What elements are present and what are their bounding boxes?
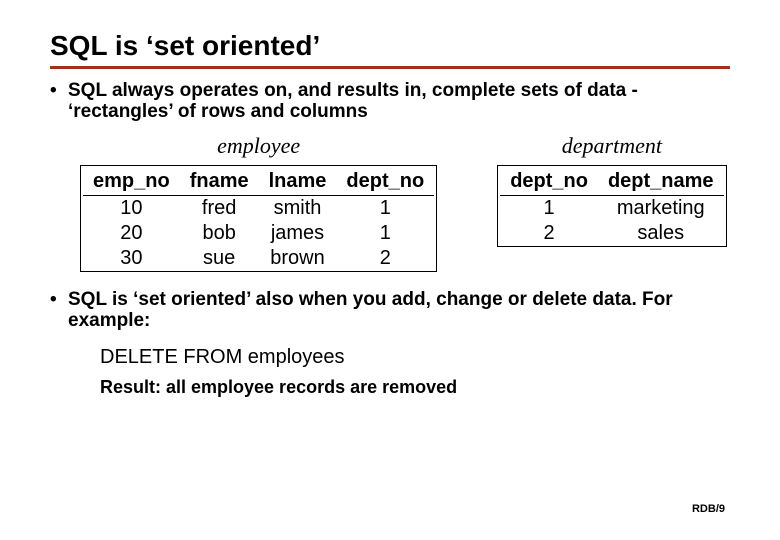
- cell: fred: [180, 195, 259, 221]
- col-emp-no: emp_no: [83, 168, 180, 196]
- table-row: 1 marketing: [500, 195, 723, 221]
- col-dept-name: dept_name: [598, 168, 724, 196]
- bullet-1: SQL always operates on, and results in, …: [50, 81, 730, 123]
- cell: 10: [83, 195, 180, 221]
- col-dept-no: dept_no: [336, 168, 434, 196]
- employee-table: emp_no fname lname dept_no 10 fred smith…: [83, 168, 434, 271]
- department-caption: department: [562, 133, 662, 159]
- cell: 20: [83, 221, 180, 246]
- cell: james: [259, 221, 337, 246]
- cell: brown: [259, 246, 337, 271]
- col-fname: fname: [180, 168, 259, 196]
- cell: 1: [336, 221, 434, 246]
- cell: 1: [500, 195, 598, 221]
- cell: 30: [83, 246, 180, 271]
- table-header-row: dept_no dept_name: [500, 168, 723, 196]
- table-row: 10 fred smith 1: [83, 195, 434, 221]
- employee-table-border: emp_no fname lname dept_no 10 fred smith…: [80, 165, 437, 272]
- cell: 2: [336, 246, 434, 271]
- sql-statement: DELETE FROM employees: [100, 346, 730, 369]
- slide-title: SQL is ‘set oriented’: [50, 30, 730, 62]
- sql-result: Result: all employee records are removed: [100, 377, 730, 398]
- department-table: dept_no dept_name 1 marketing 2 sales: [500, 168, 723, 246]
- title-underline: [50, 66, 730, 69]
- example-block: DELETE FROM employees Result: all employ…: [100, 346, 730, 398]
- department-table-wrap: department dept_no dept_name 1 marketing: [497, 133, 726, 272]
- table-header-row: emp_no fname lname dept_no: [83, 168, 434, 196]
- cell: smith: [259, 195, 337, 221]
- employee-table-wrap: employee emp_no fname lname dept_no 10: [80, 133, 437, 272]
- cell: marketing: [598, 195, 724, 221]
- col-dept-no: dept_no: [500, 168, 598, 196]
- table-row: 30 sue brown 2: [83, 246, 434, 271]
- cell: bob: [180, 221, 259, 246]
- cell: sales: [598, 221, 724, 246]
- table-row: 20 bob james 1: [83, 221, 434, 246]
- department-table-border: dept_no dept_name 1 marketing 2 sales: [497, 165, 726, 247]
- table-row: 2 sales: [500, 221, 723, 246]
- page-footer: RDB/9: [692, 503, 725, 515]
- tables-row: employee emp_no fname lname dept_no 10: [80, 133, 730, 272]
- slide: SQL is ‘set oriented’ SQL always operate…: [0, 0, 780, 398]
- cell: sue: [180, 246, 259, 271]
- cell: 2: [500, 221, 598, 246]
- cell: 1: [336, 195, 434, 221]
- col-lname: lname: [259, 168, 337, 196]
- employee-caption: employee: [217, 133, 300, 159]
- bullet-2: SQL is ‘set oriented’ also when you add,…: [50, 290, 730, 332]
